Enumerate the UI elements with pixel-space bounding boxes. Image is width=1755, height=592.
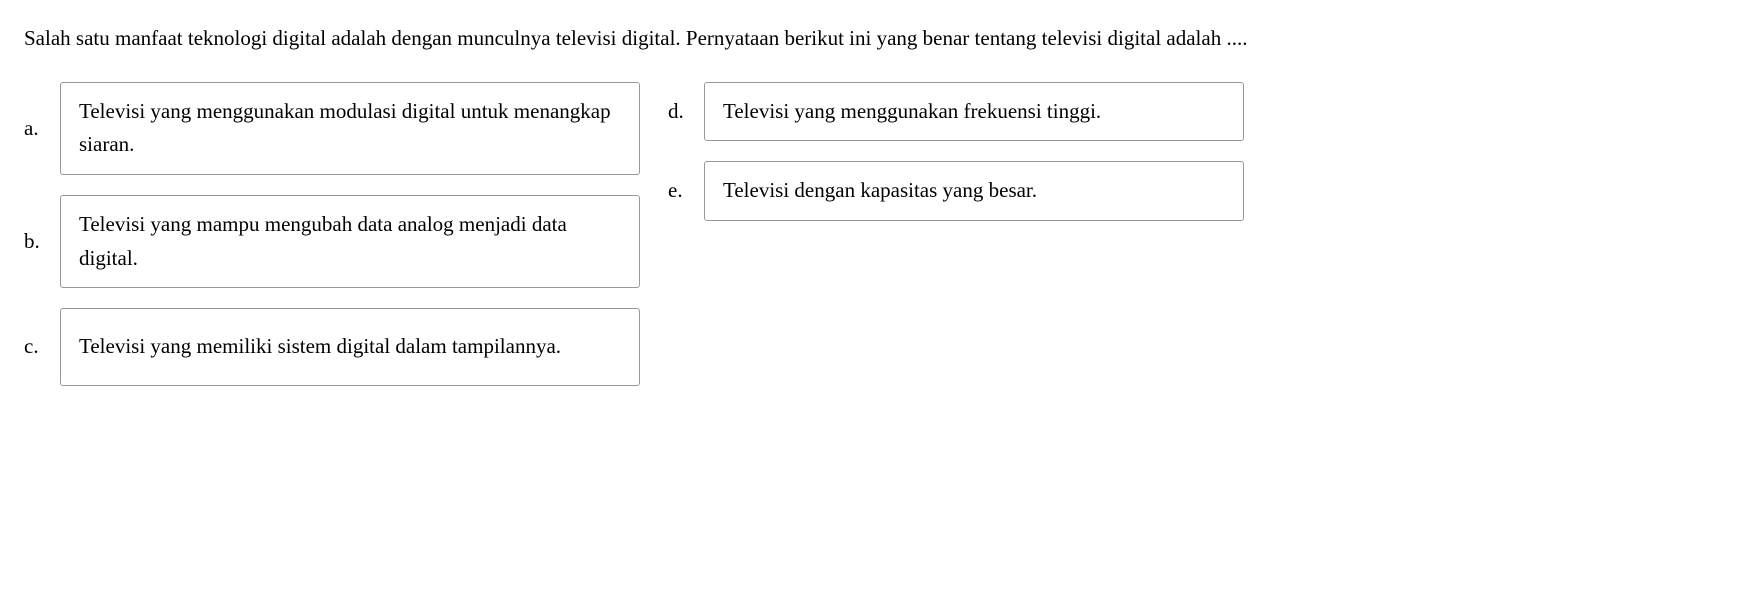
option-box-e: Televisi dengan kapasitas yang besar. — [704, 161, 1244, 221]
option-letter-e: e. — [668, 174, 690, 208]
option-box-a: Televisi yang menggunakan modulasi digit… — [60, 82, 640, 175]
option-a[interactable]: a. Televisi yang menggunakan modulasi di… — [24, 82, 640, 175]
options-column-right: d. Televisi yang menggunakan frekuensi t… — [668, 82, 1244, 386]
option-text-b: Televisi yang mampu mengubah data analog… — [79, 208, 621, 275]
option-letter-c: c. — [24, 330, 46, 364]
options-container: a. Televisi yang menggunakan modulasi di… — [24, 82, 1731, 386]
option-text-a: Televisi yang menggunakan modulasi digit… — [79, 95, 621, 162]
option-b[interactable]: b. Televisi yang mampu mengubah data ana… — [24, 195, 640, 288]
option-box-c: Televisi yang memiliki sistem digital da… — [60, 308, 640, 386]
option-text-d: Televisi yang menggunakan frekuensi ting… — [723, 95, 1101, 129]
option-letter-d: d. — [668, 95, 690, 129]
option-e[interactable]: e. Televisi dengan kapasitas yang besar. — [668, 161, 1244, 221]
option-text-e: Televisi dengan kapasitas yang besar. — [723, 174, 1037, 208]
question-text: Salah satu manfaat teknologi digital ada… — [24, 20, 1731, 58]
options-column-left: a. Televisi yang menggunakan modulasi di… — [24, 82, 640, 386]
option-letter-b: b. — [24, 225, 46, 259]
option-d[interactable]: d. Televisi yang menggunakan frekuensi t… — [668, 82, 1244, 142]
option-text-c: Televisi yang memiliki sistem digital da… — [79, 330, 561, 364]
option-box-d: Televisi yang menggunakan frekuensi ting… — [704, 82, 1244, 142]
option-c[interactable]: c. Televisi yang memiliki sistem digital… — [24, 308, 640, 386]
option-letter-a: a. — [24, 112, 46, 146]
option-box-b: Televisi yang mampu mengubah data analog… — [60, 195, 640, 288]
